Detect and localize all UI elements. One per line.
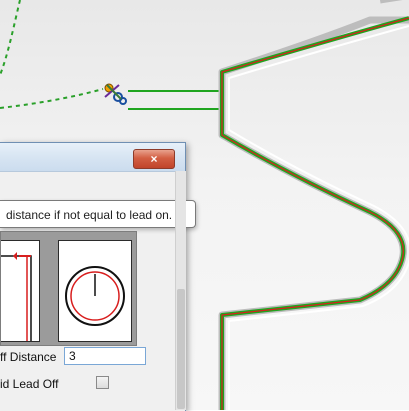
avoid-lead-off-checkbox[interactable] [96,376,109,389]
clock-icon [58,240,132,342]
preview-profile-panel [1,240,40,342]
scrollbar-thumb[interactable] [177,289,185,409]
red-toolpath [221,17,409,410]
tooltip-text: distance if not equal to lead on. [6,208,173,222]
dotted-lead-path-lower [0,88,104,109]
close-button[interactable]: × [133,149,175,169]
dotted-lead-path-upper [0,0,21,76]
lead-off-distance-input[interactable] [64,347,146,365]
lead-off-distance-label: ff Distance [0,350,57,364]
dialog-titlebar: × [0,143,185,172]
scissors-tool-icon[interactable] [103,83,127,105]
dialog-scrollbar[interactable] [175,171,186,410]
lead-preview [0,231,137,346]
avoid-lead-off-label: id Lead Off [0,377,59,391]
tooltip: distance if not equal to lead on. [0,200,196,228]
green-toolpath [220,16,409,410]
